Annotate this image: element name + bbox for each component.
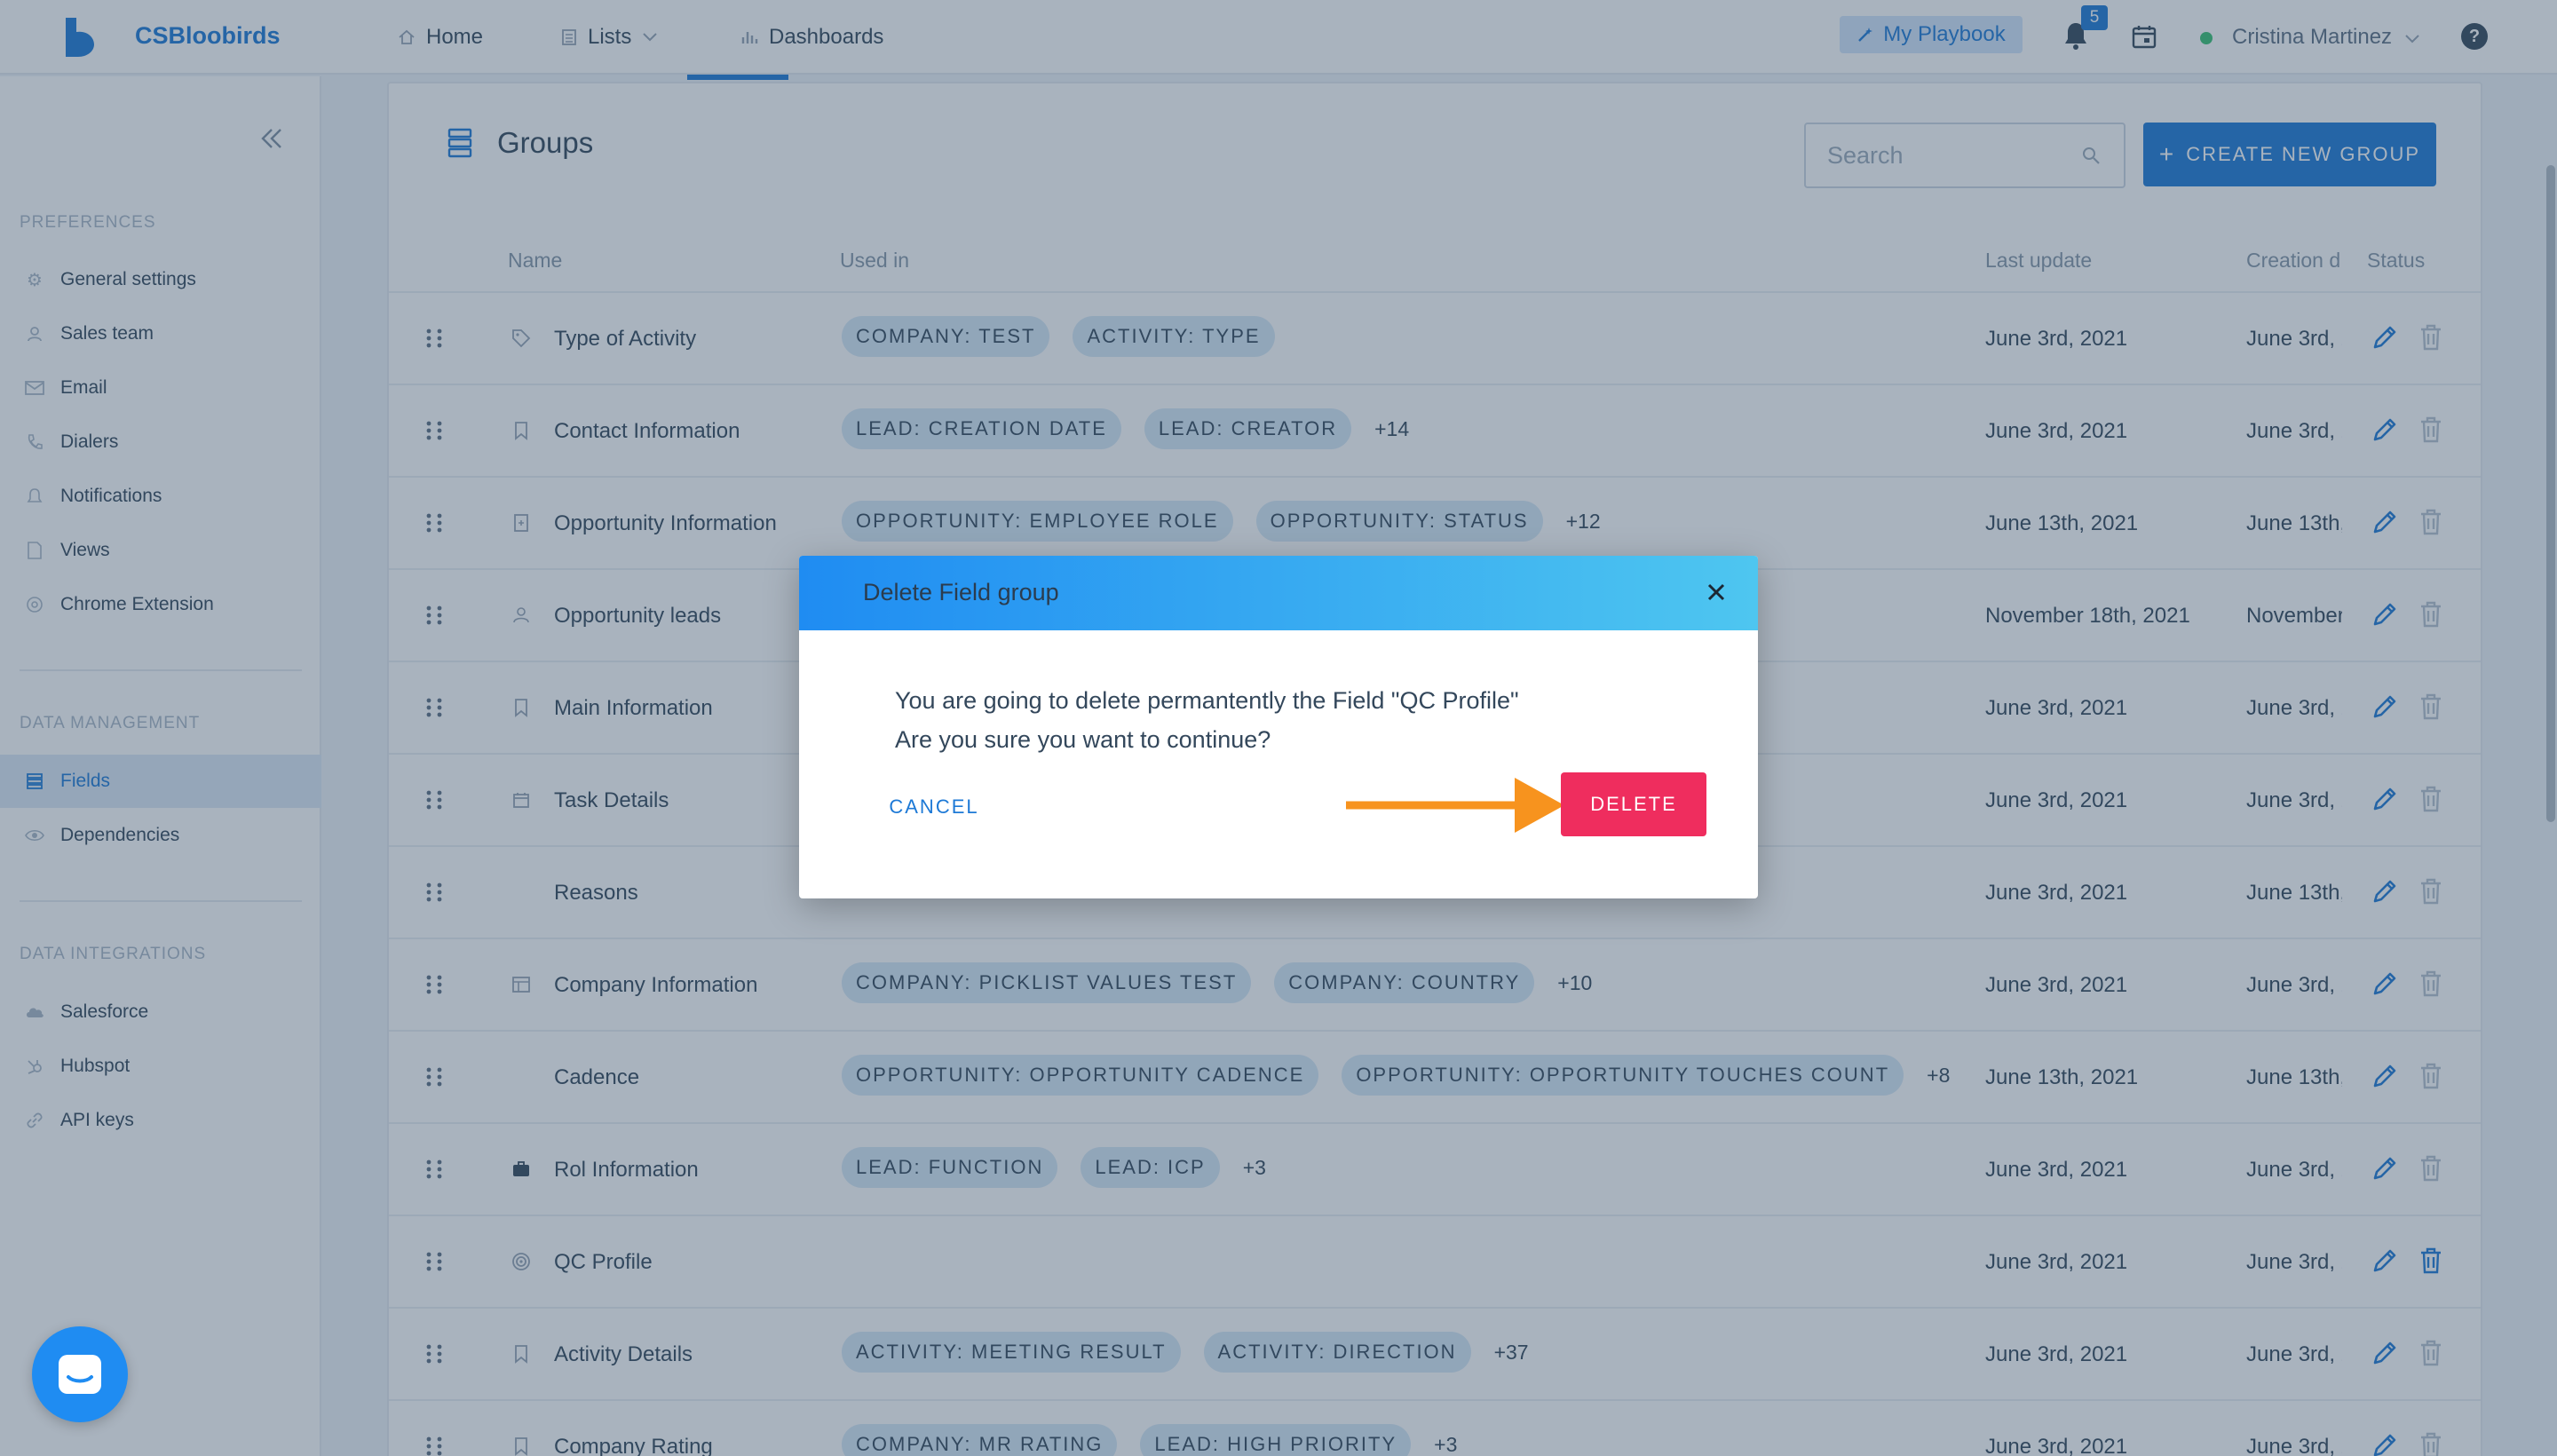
chat-launcher-button[interactable] [32,1326,128,1422]
dialog-title: Delete Field group [863,579,1059,605]
page-scrollbar[interactable] [2546,165,2555,822]
close-icon[interactable] [1703,579,1730,605]
cancel-button[interactable]: CANCEL [881,781,987,833]
chat-icon [59,1355,101,1394]
delete-button[interactable]: DELETE [1561,772,1706,836]
dialog-confirm-question: Are you sure you want to continue? [895,726,1271,753]
dialog-header: Delete Field group [799,556,1758,630]
delete-field-group-dialog: Delete Field group You are going to dele… [799,556,1758,898]
dialog-message: You are going to delete permantently the… [895,687,1519,714]
arrow-pointer-icon [1346,778,1564,833]
